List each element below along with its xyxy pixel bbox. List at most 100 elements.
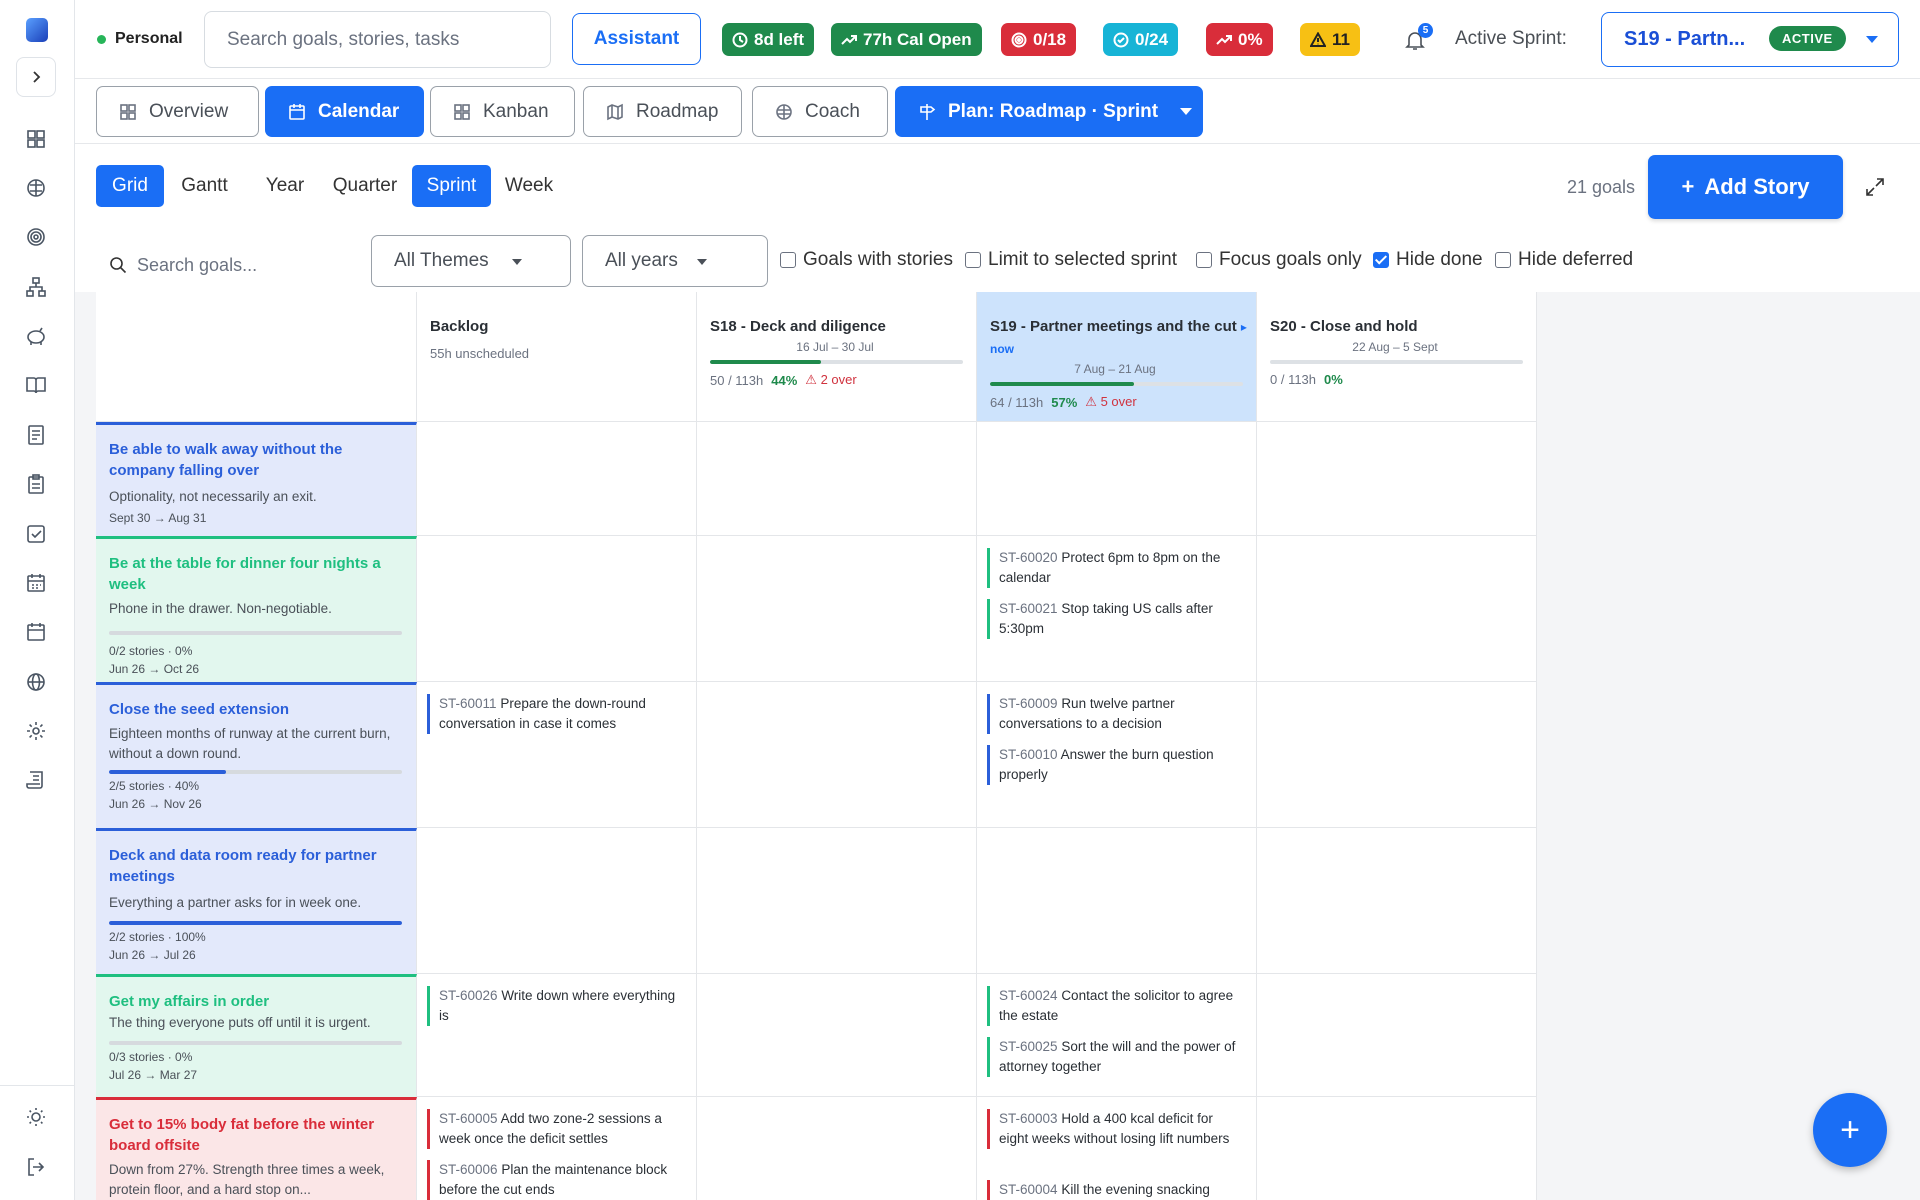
- checkbox-icon[interactable]: [25, 523, 47, 545]
- years-select[interactable]: All years: [582, 235, 768, 287]
- checkbox-checked[interactable]: [1373, 252, 1389, 268]
- expand-sidebar-button[interactable]: [16, 57, 56, 97]
- checkbox[interactable]: [1495, 252, 1511, 268]
- checkbox[interactable]: [965, 252, 981, 268]
- tab-coach[interactable]: Coach: [752, 86, 888, 137]
- grid-cell[interactable]: [417, 536, 697, 682]
- limit-sprint-checkbox[interactable]: Limit to selected sprint: [965, 249, 1177, 271]
- story-card[interactable]: ST-60009 Run twelve partner conversation…: [987, 694, 1242, 734]
- grid-cell[interactable]: [417, 422, 697, 536]
- grid-cell[interactable]: [697, 422, 977, 536]
- stories-progress-pill[interactable]: 0/24: [1103, 23, 1179, 56]
- goals-with-stories-checkbox[interactable]: Goals with stories: [780, 249, 953, 271]
- tab-roadmap[interactable]: Roadmap: [583, 86, 742, 137]
- hierarchy-icon[interactable]: [25, 276, 47, 298]
- tab-calendar[interactable]: Calendar: [265, 86, 424, 137]
- column-s18[interactable]: S18 - Deck and diligence 16 Jul – 30 Jul…: [697, 292, 977, 422]
- global-search-input[interactable]: [204, 11, 551, 68]
- grid-cell[interactable]: [1257, 828, 1537, 974]
- settings-icon[interactable]: [25, 720, 47, 742]
- checkbox[interactable]: [1196, 252, 1212, 268]
- globe-icon[interactable]: [25, 671, 47, 693]
- logout-icon[interactable]: [25, 1156, 47, 1178]
- velocity-pill[interactable]: 0%: [1206, 23, 1273, 56]
- theme-sun-icon[interactable]: [25, 1106, 47, 1128]
- view-week-button[interactable]: Week: [499, 165, 559, 207]
- document-icon[interactable]: [25, 424, 47, 446]
- goal-card[interactable]: Deck and data room ready for partner mee…: [96, 828, 417, 974]
- view-gantt-button[interactable]: Gantt: [173, 165, 236, 207]
- story-card[interactable]: ST-60010 Answer the burn question proper…: [987, 745, 1242, 785]
- brain-icon[interactable]: [25, 177, 47, 199]
- floating-add-button[interactable]: +: [1813, 1093, 1887, 1167]
- themes-select[interactable]: All Themes: [371, 235, 571, 287]
- app-logo[interactable]: [26, 18, 48, 42]
- goal-card[interactable]: Get my affairs in order The thing everyo…: [96, 974, 417, 1097]
- grid-cell[interactable]: [1257, 1097, 1537, 1200]
- grid-cell[interactable]: ST-60009 Run twelve partner conversation…: [977, 682, 1257, 828]
- piggy-bank-icon[interactable]: [25, 325, 47, 347]
- persona-switch[interactable]: Personal: [97, 30, 183, 48]
- calendar-icon[interactable]: [25, 621, 47, 643]
- goal-card[interactable]: Close the seed extension Eighteen months…: [96, 682, 417, 828]
- column-s19[interactable]: S19 - Partner meetings and the cut ▸ now…: [977, 292, 1257, 422]
- grid-cell[interactable]: [697, 536, 977, 682]
- fullscreen-icon[interactable]: [1865, 177, 1885, 197]
- clipboard-icon[interactable]: [25, 473, 47, 495]
- grid-cell[interactable]: ST-60003 Hold a 400 kcal deficit for eig…: [977, 1097, 1257, 1200]
- add-story-button[interactable]: + Add Story: [1648, 155, 1843, 219]
- goal-card[interactable]: Get to 15% body fat before the winter bo…: [96, 1097, 417, 1200]
- story-card[interactable]: ST-60005 Add two zone-2 sessions a week …: [427, 1109, 682, 1149]
- view-grid-button[interactable]: Grid: [96, 165, 164, 207]
- story-card[interactable]: ST-60020 Protect 6pm to 8pm on the calen…: [987, 548, 1242, 588]
- grid-cell[interactable]: [697, 682, 977, 828]
- grid-cell[interactable]: [1257, 974, 1537, 1097]
- grid-cell[interactable]: [1257, 422, 1537, 536]
- view-year-button[interactable]: Year: [258, 165, 312, 207]
- hide-deferred-checkbox[interactable]: Hide deferred: [1495, 249, 1633, 271]
- focus-goals-checkbox[interactable]: Focus goals only: [1196, 249, 1362, 271]
- dashboard-icon[interactable]: [25, 128, 47, 150]
- goal-card[interactable]: Be at the table for dinner four nights a…: [96, 536, 417, 682]
- grid-cell[interactable]: ST-60011 Prepare the down-round conversa…: [417, 682, 697, 828]
- grid-cell[interactable]: [977, 422, 1257, 536]
- story-card[interactable]: ST-60026 Write down where everything is: [427, 986, 682, 1026]
- story-card[interactable]: ST-60004 Kill the evening snacking: [987, 1180, 1242, 1200]
- grid-cell[interactable]: [417, 828, 697, 974]
- story-card[interactable]: ST-60003 Hold a 400 kcal deficit for eig…: [987, 1109, 1242, 1149]
- grid-cell[interactable]: [1257, 682, 1537, 828]
- assistant-button[interactable]: Assistant: [572, 13, 701, 65]
- scroll-icon[interactable]: [25, 769, 47, 791]
- warnings-pill[interactable]: 11: [1300, 23, 1360, 56]
- story-card[interactable]: ST-60024 Contact the solicitor to agree …: [987, 986, 1242, 1026]
- tab-overview[interactable]: Overview: [96, 86, 259, 137]
- story-card[interactable]: ST-60025 Sort the will and the power of …: [987, 1037, 1242, 1077]
- column-s20[interactable]: S20 - Close and hold 22 Aug – 5 Sept 0 /…: [1257, 292, 1537, 422]
- notifications-button[interactable]: 5: [1403, 23, 1433, 52]
- story-card[interactable]: ST-60006 Plan the maintenance block befo…: [427, 1160, 682, 1200]
- column-backlog[interactable]: Backlog 55h unscheduled: [417, 292, 697, 422]
- grid-cell[interactable]: [697, 828, 977, 974]
- grid-cell[interactable]: [697, 974, 977, 1097]
- goal-search-input[interactable]: [137, 254, 327, 276]
- days-left-pill[interactable]: 8d left: [722, 23, 815, 56]
- goal-card[interactable]: Be able to walk away without the company…: [96, 422, 417, 536]
- hide-done-checkbox[interactable]: Hide done: [1373, 249, 1483, 271]
- book-icon[interactable]: [25, 374, 47, 396]
- active-sprint-select[interactable]: S19 - Partn... ACTIVE: [1601, 12, 1899, 67]
- grid-cell[interactable]: ST-60020 Protect 6pm to 8pm on the calen…: [977, 536, 1257, 682]
- calendar-open-pill[interactable]: 77h Cal Open: [831, 23, 982, 56]
- view-sprint-button[interactable]: Sprint: [412, 165, 491, 207]
- checkbox[interactable]: [780, 252, 796, 268]
- story-card[interactable]: ST-60021 Stop taking US calls after 5:30…: [987, 599, 1242, 639]
- grid-cell[interactable]: ST-60024 Contact the solicitor to agree …: [977, 974, 1257, 1097]
- tab-kanban[interactable]: Kanban: [430, 86, 575, 137]
- story-card[interactable]: ST-60011 Prepare the down-round conversa…: [427, 694, 682, 734]
- grid-cell[interactable]: [977, 828, 1257, 974]
- view-quarter-button[interactable]: Quarter: [326, 165, 404, 207]
- grid-cell[interactable]: ST-60026 Write down where everything is: [417, 974, 697, 1097]
- grid-cell[interactable]: [1257, 536, 1537, 682]
- plan-dropdown[interactable]: Plan: Roadmap · Sprint: [895, 86, 1203, 137]
- grid-cell[interactable]: [697, 1097, 977, 1200]
- goals-progress-pill[interactable]: 0/18: [1001, 23, 1077, 56]
